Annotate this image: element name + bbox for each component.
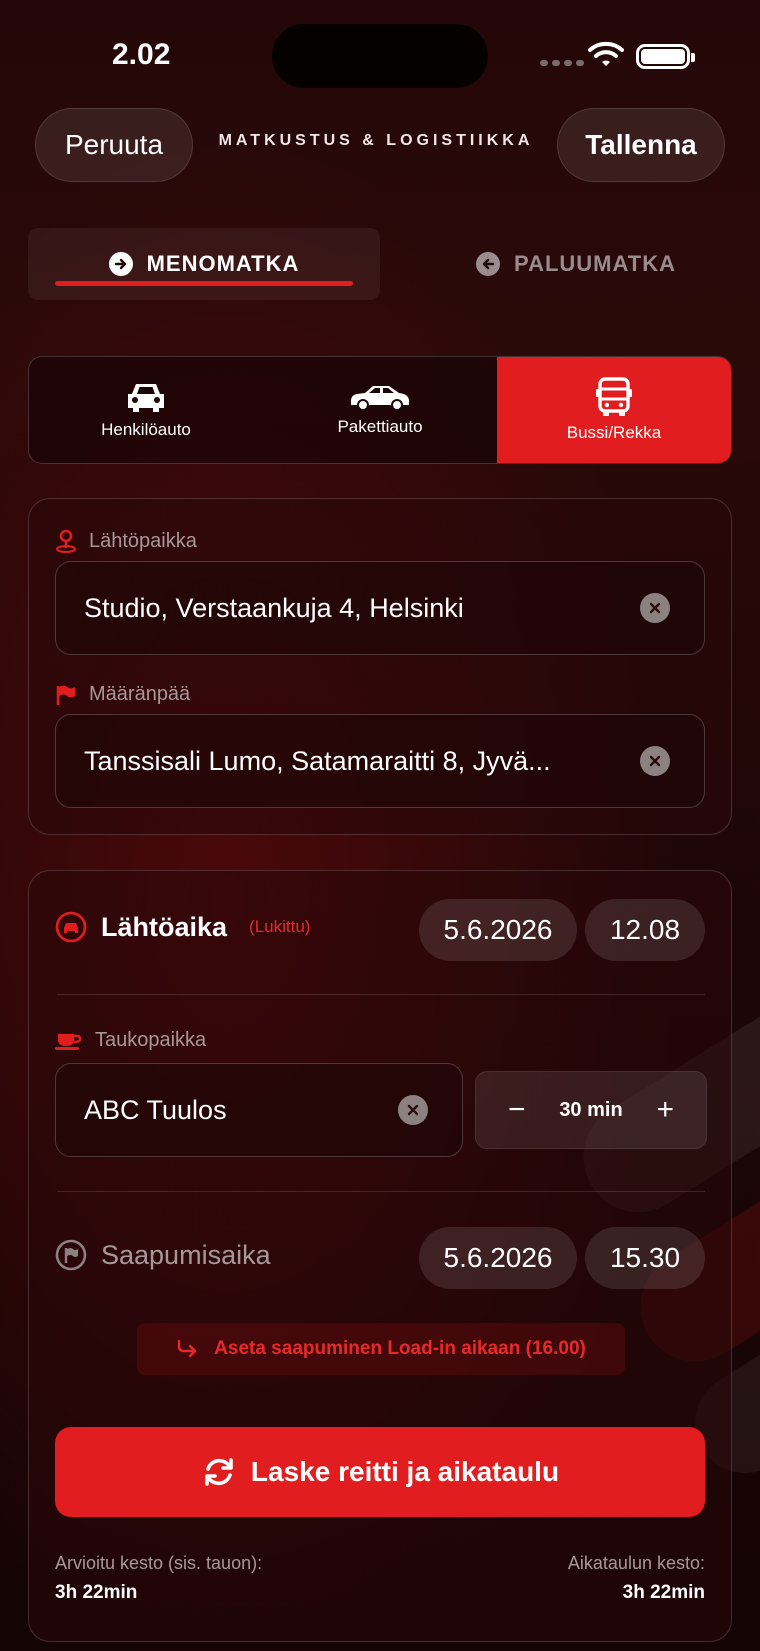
decrease-button[interactable]: −: [508, 1095, 526, 1125]
page-title: MATKUSTUS & LOGISTIIKKA: [218, 132, 534, 149]
car-side-icon: [351, 386, 409, 411]
wifi-icon: [588, 41, 624, 66]
vehicle-option-car[interactable]: Henkilöauto: [29, 357, 263, 463]
arrival-date-chip[interactable]: 5.6.2026: [419, 1227, 577, 1289]
vehicle-option-bus[interactable]: Bussi/Rekka: [497, 357, 731, 463]
departure-date-chip[interactable]: 5.6.2026: [419, 899, 577, 961]
origin-input[interactable]: Studio, Verstaankuja 4, Helsinki: [55, 561, 705, 655]
bus-icon: [596, 377, 632, 416]
arrow-left-circle-icon: [476, 252, 501, 276]
estimated-duration-value: 3h 22min: [55, 1582, 138, 1603]
route-card: Lähtöpaikka Studio, Verstaankuja 4, Hels…: [28, 498, 732, 835]
save-button[interactable]: Tallenna: [557, 108, 725, 182]
arrow-right-circle-icon: [108, 252, 133, 276]
locked-badge: (Lukittu): [249, 917, 311, 936]
departure-label: Lähtöaika: [101, 911, 228, 942]
status-time: 2.02: [112, 38, 171, 71]
departure-row: Lähtöaika (Lukittu): [55, 911, 310, 943]
coffee-cup-icon: [55, 1033, 82, 1050]
arrival-label: Saapumisaika: [101, 1239, 271, 1270]
arrival-row: Saapumisaika: [55, 1239, 271, 1271]
calculate-route-button[interactable]: Laske reitti ja aikataulu: [55, 1427, 705, 1517]
break-duration-value: 30 min: [559, 1098, 623, 1121]
origin-value: Studio, Verstaankuja 4, Helsinki: [84, 592, 464, 623]
vehicle-label: Pakettiauto: [337, 417, 423, 436]
schedule-duration: Aikataulun kesto: 3h 22min: [567, 1553, 705, 1603]
origin-label: Lähtöpaikka: [55, 529, 197, 553]
departure-time-chip[interactable]: 12.08: [585, 899, 705, 961]
vehicle-label: Bussi/Rekka: [566, 423, 662, 442]
vehicle-label: Henkilöauto: [101, 420, 191, 439]
arrival-time-chip[interactable]: 15.30: [585, 1227, 705, 1289]
status-bar: 2.02: [0, 0, 760, 100]
break-location-input[interactable]: ABC Tuulos: [55, 1063, 463, 1157]
divider: [57, 1191, 705, 1192]
clear-break-icon[interactable]: [398, 1095, 428, 1125]
destination-label: Määränpää: [55, 683, 190, 706]
schedule-card: Lähtöaika (Lukittu) 5.6.2026 12.08 Tauko…: [28, 870, 732, 1642]
tab-outbound[interactable]: MENOMATKA: [28, 228, 380, 300]
set-arrival-to-load-in-button[interactable]: Aseta saapuminen Load-in aikaan (16.00): [137, 1323, 625, 1375]
clear-origin-icon[interactable]: [640, 593, 670, 623]
dynamic-island: [272, 24, 488, 88]
tab-return[interactable]: PALUUMATKA: [400, 228, 752, 300]
break-duration-stepper: − 30 min +: [475, 1071, 707, 1149]
flag-circle-icon: [55, 1239, 87, 1271]
break-location-value: ABC Tuulos: [84, 1094, 227, 1125]
vehicle-option-van[interactable]: Pakettiauto: [263, 357, 497, 463]
schedule-duration-value: 3h 22min: [622, 1582, 705, 1603]
break-label: Taukopaikka: [55, 1029, 206, 1052]
destination-value: Tanssisali Lumo, Satamaraitti 8, Jyvä...: [84, 745, 551, 776]
estimated-duration: Arvioitu kesto (sis. tauon): 3h 22min: [55, 1553, 263, 1603]
turn-right-arrow-icon: [177, 1339, 197, 1358]
location-pin-icon: [56, 529, 76, 553]
cellular-signal-icon: [540, 60, 584, 66]
car-circle-icon: [55, 911, 87, 943]
increase-button[interactable]: +: [656, 1095, 674, 1125]
tab-outbound-label: MENOMATKA: [146, 251, 300, 276]
refresh-icon: [205, 1458, 233, 1486]
clear-destination-icon[interactable]: [640, 746, 670, 776]
flag-icon: [56, 685, 75, 705]
destination-input[interactable]: Tanssisali Lumo, Satamaraitti 8, Jyvä...: [55, 714, 705, 808]
battery-icon: [636, 44, 695, 69]
car-front-icon: [128, 384, 164, 412]
divider: [57, 994, 705, 995]
cancel-button[interactable]: Peruuta: [35, 108, 193, 182]
tab-return-label: PALUUMATKA: [514, 251, 676, 276]
vehicle-selector: Henkilöauto Pakettiauto Bussi/Rekka: [28, 356, 732, 464]
